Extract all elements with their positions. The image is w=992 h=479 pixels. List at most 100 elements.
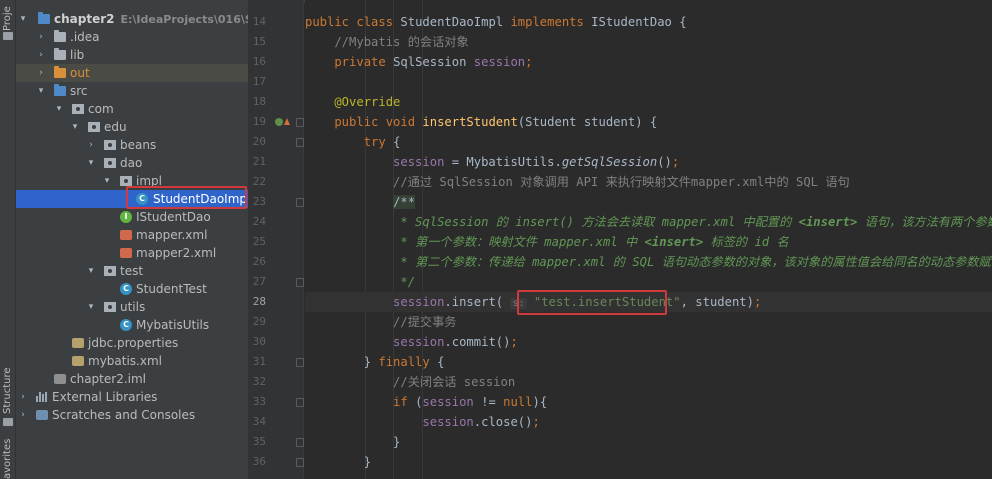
tree-item-label: Scratches and Consoles [52, 408, 196, 422]
tree-item-external-libraries[interactable]: › External Libraries [16, 388, 248, 406]
code-line[interactable]: public class StudentDaoImpl implements I… [305, 12, 992, 32]
tree-item-out[interactable]: › out [16, 64, 248, 82]
chevron-down-icon[interactable]: ▾ [86, 154, 96, 172]
fold-marker-icon[interactable] [296, 118, 304, 127]
code-line[interactable]: //Mybatis 的会话对象 [305, 32, 992, 52]
code-token: != [481, 395, 504, 409]
code-token: try [305, 135, 394, 149]
code-token: getSqlSession [561, 155, 658, 169]
favorites-tool-tab[interactable]: avorites [1, 439, 15, 479]
fold-marker-icon[interactable] [296, 278, 304, 287]
chevron-down-icon[interactable]: ▾ [70, 118, 80, 136]
line-number: 25 [252, 235, 266, 248]
chevron-down-icon[interactable]: ▾ [18, 10, 28, 28]
structure-tool-tab[interactable]: Structure [1, 367, 15, 414]
code-line[interactable]: } [305, 432, 992, 452]
override-marker-icon[interactable] [275, 118, 283, 126]
code-token: ){ [532, 395, 548, 409]
chevron-down-icon[interactable]: ▾ [86, 262, 96, 280]
project-tool-tab[interactable]: Proje [1, 2, 15, 36]
fold-marker-icon[interactable] [296, 458, 304, 467]
chevron-down-icon[interactable]: ▾ [36, 82, 46, 100]
package-icon [104, 302, 116, 312]
code-line[interactable]: } [305, 452, 992, 472]
code-line[interactable]: try { [305, 132, 992, 152]
code-editor[interactable]: public class StudentDaoImpl implements I… [305, 0, 992, 479]
tree-item-src[interactable]: ▾ src [16, 82, 248, 100]
code-token: * 第二个参数：传递给 mapper.xml 的 SQL 语句动态参数的对象，该… [305, 255, 992, 269]
line-number: 18 [252, 95, 266, 108]
code-token: if [305, 395, 416, 409]
code-token: StudentDaoImpl [400, 15, 511, 29]
fold-marker-icon[interactable] [296, 138, 304, 147]
line-number: 34 [252, 415, 266, 428]
chevron-right-icon[interactable]: › [36, 64, 46, 82]
code-token: { [393, 135, 401, 149]
line-number: 26 [252, 255, 266, 268]
chevron-down-icon[interactable]: ▾ [86, 298, 96, 316]
code-token: public class [305, 15, 401, 29]
code-token: .insert( [444, 295, 511, 309]
tree-item-mybatis-xml[interactable]: mybatis.xml [16, 352, 248, 370]
code-line[interactable]: @Override [305, 92, 992, 112]
tree-item-mybatisutils[interactable]: C MybatisUtils [16, 316, 248, 334]
line-number: 19 [252, 115, 266, 128]
tree-item-beans[interactable]: › beans [16, 136, 248, 154]
code-line[interactable]: if (session != null){ [305, 392, 992, 412]
code-line[interactable]: /** [305, 192, 992, 212]
tree-item-scratches[interactable]: › Scratches and Consoles [16, 406, 248, 424]
tree-item-label: chapter2 [54, 12, 115, 26]
code-line[interactable]: //关闭会话 session [305, 372, 992, 392]
tree-item-istudentdao[interactable]: I IStudentDao [16, 208, 248, 226]
code-line[interactable]: * SqlSession 的 insert() 方法会去读取 mapper.xm… [305, 212, 992, 232]
tree-item-lib[interactable]: › lib [16, 46, 248, 64]
tree-item-edu[interactable]: ▾ edu [16, 118, 248, 136]
tree-item-jdbc-properties[interactable]: jdbc.properties [16, 334, 248, 352]
tree-item-mapper2-xml[interactable]: mapper2.xml [16, 244, 248, 262]
tree-item-idea[interactable]: › .idea [16, 28, 248, 46]
module-folder-icon [38, 12, 50, 24]
code-token: implements [510, 15, 592, 29]
code-line[interactable]: //提交事务 [305, 312, 992, 332]
tree-item-com[interactable]: ▾ com [16, 100, 248, 118]
tree-item-studenttest[interactable]: C StudentTest [16, 280, 248, 298]
code-line[interactable]: //通过 SqlSession 对象调用 API 来执行映射文件mapper.x… [305, 172, 992, 192]
implements-arrow-icon[interactable] [284, 118, 290, 125]
chevron-down-icon[interactable]: ▾ [102, 172, 112, 190]
code-line[interactable]: * 第一个参数：映射文件 mapper.xml 中 <insert> 标签的 i… [305, 232, 992, 252]
tree-item-dao[interactable]: ▾ dao [16, 154, 248, 172]
structure-tab-icon [3, 418, 13, 426]
class-icon: C [120, 283, 132, 295]
chevron-right-icon[interactable]: › [18, 406, 28, 424]
code-line[interactable]: */ [305, 272, 992, 292]
code-line[interactable] [305, 72, 992, 92]
fold-marker-icon[interactable] [296, 358, 304, 367]
tree-item-test[interactable]: ▾ test [16, 262, 248, 280]
fold-marker-icon[interactable] [296, 438, 304, 447]
fold-marker-icon[interactable] [296, 198, 304, 207]
tree-item-utils[interactable]: ▾ utils [16, 298, 248, 316]
tree-item-chapter2[interactable]: ▾ chapter2 E:\IdeaProjects\016\SSM\c [16, 10, 248, 28]
chevron-down-icon[interactable]: ▾ [54, 100, 64, 118]
tree-item-label: MybatisUtils [136, 318, 210, 332]
chevron-right-icon[interactable]: › [86, 136, 96, 154]
code-line[interactable]: * 第二个参数：传递给 mapper.xml 的 SQL 语句动态参数的对象，该… [305, 252, 992, 272]
code-token: @Override [305, 95, 401, 109]
code-line[interactable]: session = MybatisUtils.getSqlSession(); [305, 152, 992, 172]
chevron-right-icon[interactable]: › [18, 388, 28, 406]
code-line[interactable]: private SqlSession session; [305, 52, 992, 72]
code-token: } [305, 455, 372, 469]
code-line[interactable]: public void insertStudent(Student studen… [305, 112, 992, 132]
code-token: finally [378, 355, 438, 369]
chevron-right-icon[interactable]: › [36, 28, 46, 46]
code-line[interactable]: } finally { [305, 352, 992, 372]
fold-marker-icon[interactable] [296, 398, 304, 407]
package-icon [104, 140, 116, 150]
code-token: */ [305, 275, 416, 289]
line-number: 23 [252, 195, 266, 208]
code-line[interactable]: session.close(); [305, 412, 992, 432]
chevron-right-icon[interactable]: › [36, 46, 46, 64]
tree-item-chapter2-iml[interactable]: chapter2.iml [16, 370, 248, 388]
code-line[interactable]: session.commit(); [305, 332, 992, 352]
tree-item-mapper-xml[interactable]: mapper.xml [16, 226, 248, 244]
